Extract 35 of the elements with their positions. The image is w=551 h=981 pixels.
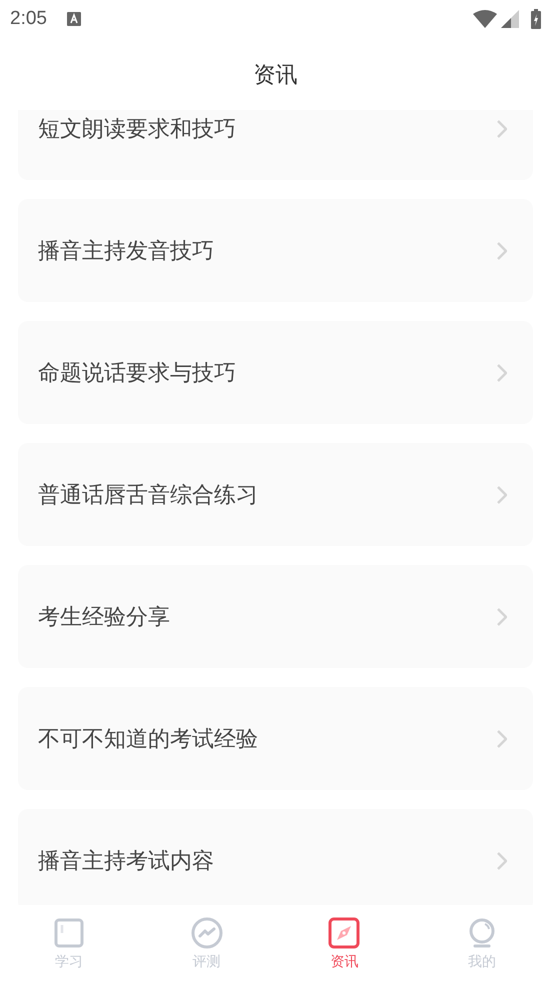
article-title: 不可不知道的考试经验 <box>38 725 259 753</box>
battery-icon <box>531 9 541 29</box>
chevron-right-icon <box>497 608 507 626</box>
article-card[interactable]: 普通话唇舌音综合练习 <box>18 443 533 546</box>
article-title: 命题说话要求与技巧 <box>38 359 237 387</box>
wifi-icon <box>473 10 497 28</box>
signal-icon <box>501 10 519 28</box>
nav-tab-label: 资讯 <box>330 952 358 971</box>
status-time: 2:05 <box>10 6 47 31</box>
article-title: 考生经验分享 <box>38 603 171 631</box>
article-card[interactable]: 短文朗读要求和技巧 <box>18 110 533 180</box>
chevron-right-icon <box>497 730 507 748</box>
article-card[interactable]: 播音主持发音技巧 <box>18 199 533 302</box>
nav-tab-label: 学习 <box>54 952 83 971</box>
book-icon <box>52 917 85 949</box>
article-card[interactable]: 播音主持考试内容 <box>18 809 533 905</box>
article-card[interactable]: 考生经验分享 <box>18 565 533 668</box>
article-card[interactable]: 命题说话要求与技巧 <box>18 321 533 424</box>
chevron-right-icon <box>497 364 507 382</box>
nav-tab-label: 我的 <box>468 952 496 971</box>
chevron-right-icon <box>497 242 507 260</box>
article-title: 普通话唇舌音综合练习 <box>38 481 259 509</box>
chevron-right-icon <box>497 852 507 870</box>
keyboard-notification-icon <box>66 12 81 26</box>
page-title: 资讯 <box>254 60 298 88</box>
article-title: 播音主持发音技巧 <box>38 237 215 265</box>
article-title: 播音主持考试内容 <box>38 847 215 875</box>
chevron-right-icon <box>497 120 507 138</box>
article-title: 短文朗读要求和技巧 <box>38 115 237 143</box>
nav-tab[interactable]: 资讯 <box>276 905 414 981</box>
chart-icon <box>190 917 223 949</box>
chevron-right-icon <box>497 486 507 504</box>
nav-tab-label: 评测 <box>192 952 221 971</box>
article-card[interactable]: 不可不知道的考试经验 <box>18 687 533 790</box>
compass-icon <box>328 917 360 949</box>
